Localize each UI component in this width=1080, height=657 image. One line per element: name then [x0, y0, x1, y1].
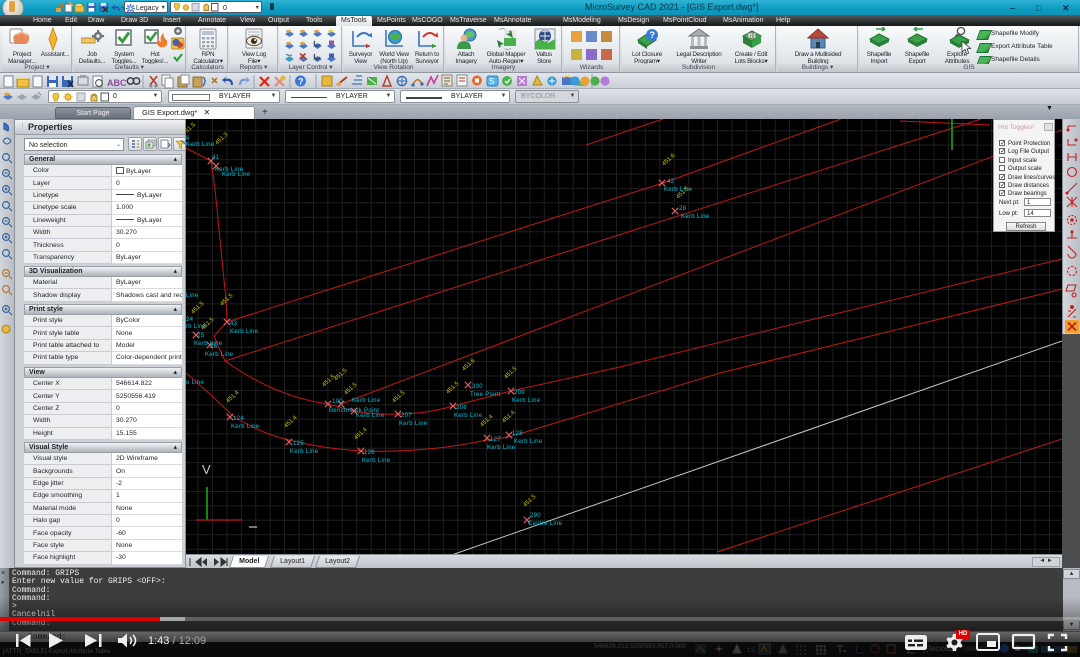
svg-text:451.6: 451.6	[461, 358, 477, 373]
svg-text:Centre Line: Centre Line	[528, 521, 563, 527]
svg-text:290: 290	[530, 513, 541, 519]
svg-text:51.5: 51.5	[186, 122, 198, 135]
svg-text:Kerb Line: Kerb Line	[362, 458, 391, 464]
svg-text:125: 125	[293, 441, 304, 447]
svg-text:209: 209	[514, 390, 525, 396]
svg-text:Kerb Line: Kerb Line	[664, 187, 693, 193]
svg-text:25: 25	[197, 333, 205, 339]
svg-text:43: 43	[230, 321, 238, 327]
svg-text:HH: HH	[750, 34, 758, 40]
svg-text:451.5: 451.5	[503, 366, 519, 381]
svg-text:?: ?	[298, 77, 304, 87]
svg-text:330: 330	[472, 384, 483, 390]
svg-text:451.3: 451.3	[214, 132, 230, 147]
svg-text:24: 24	[186, 317, 194, 323]
svg-text:Kerb Line: Kerb Line	[205, 352, 234, 358]
svg-text:Tree Point: Tree Point	[470, 392, 500, 398]
svg-text:100: 100	[332, 399, 343, 405]
svg-text:Kerb Line: Kerb Line	[352, 398, 381, 404]
svg-text:Kerb Line: Kerb Line	[222, 172, 251, 178]
svg-text:V: V	[202, 462, 211, 477]
svg-text:126: 126	[364, 450, 375, 456]
svg-text:Kerb Line: Kerb Line	[194, 341, 223, 347]
svg-text:Kerb Line: Kerb Line	[681, 214, 710, 220]
svg-text:26: 26	[210, 344, 218, 350]
svg-text:208: 208	[456, 405, 467, 411]
svg-text:451.4: 451.4	[283, 415, 299, 430]
svg-text:124: 124	[233, 416, 244, 422]
svg-text:Kerb Line: Kerb Line	[356, 413, 385, 419]
svg-text:Kerb Line: Kerb Line	[290, 449, 319, 455]
svg-text:Kerb Line: Kerb Line	[231, 424, 260, 430]
svg-text:ABC: ABC	[107, 78, 127, 88]
svg-text:Kerb Line: Kerb Line	[512, 398, 541, 404]
svg-text:451.5: 451.5	[391, 390, 407, 405]
svg-text:Line: Line	[186, 293, 199, 299]
svg-text:Kerb Line: Kerb Line	[514, 439, 543, 445]
svg-text:207: 207	[401, 413, 412, 419]
svg-text:Kerb Line: Kerb Line	[399, 421, 428, 427]
svg-text:127: 127	[490, 437, 501, 443]
svg-text:128: 128	[512, 431, 523, 437]
svg-text:?: ?	[650, 30, 656, 40]
svg-text:Kerb Line: Kerb Line	[487, 445, 516, 451]
svg-text:451.5: 451.5	[445, 381, 461, 396]
svg-text:451.4: 451.4	[501, 410, 517, 425]
svg-text:Kerb Line: Kerb Line	[186, 142, 215, 148]
svg-text:Kerb Line: Kerb Line	[454, 413, 483, 419]
svg-text:28: 28	[679, 206, 687, 212]
svg-text:41: 41	[212, 155, 220, 161]
svg-text:S: S	[489, 77, 494, 86]
svg-text:451.5: 451.5	[333, 368, 349, 383]
svg-text:42: 42	[667, 179, 675, 185]
svg-text:rb Line: rb Line	[186, 324, 207, 330]
svg-text:Kerb Line: Kerb Line	[230, 329, 259, 335]
svg-text:451.4: 451.4	[225, 390, 241, 405]
svg-text:o Line: o Line	[186, 380, 205, 386]
